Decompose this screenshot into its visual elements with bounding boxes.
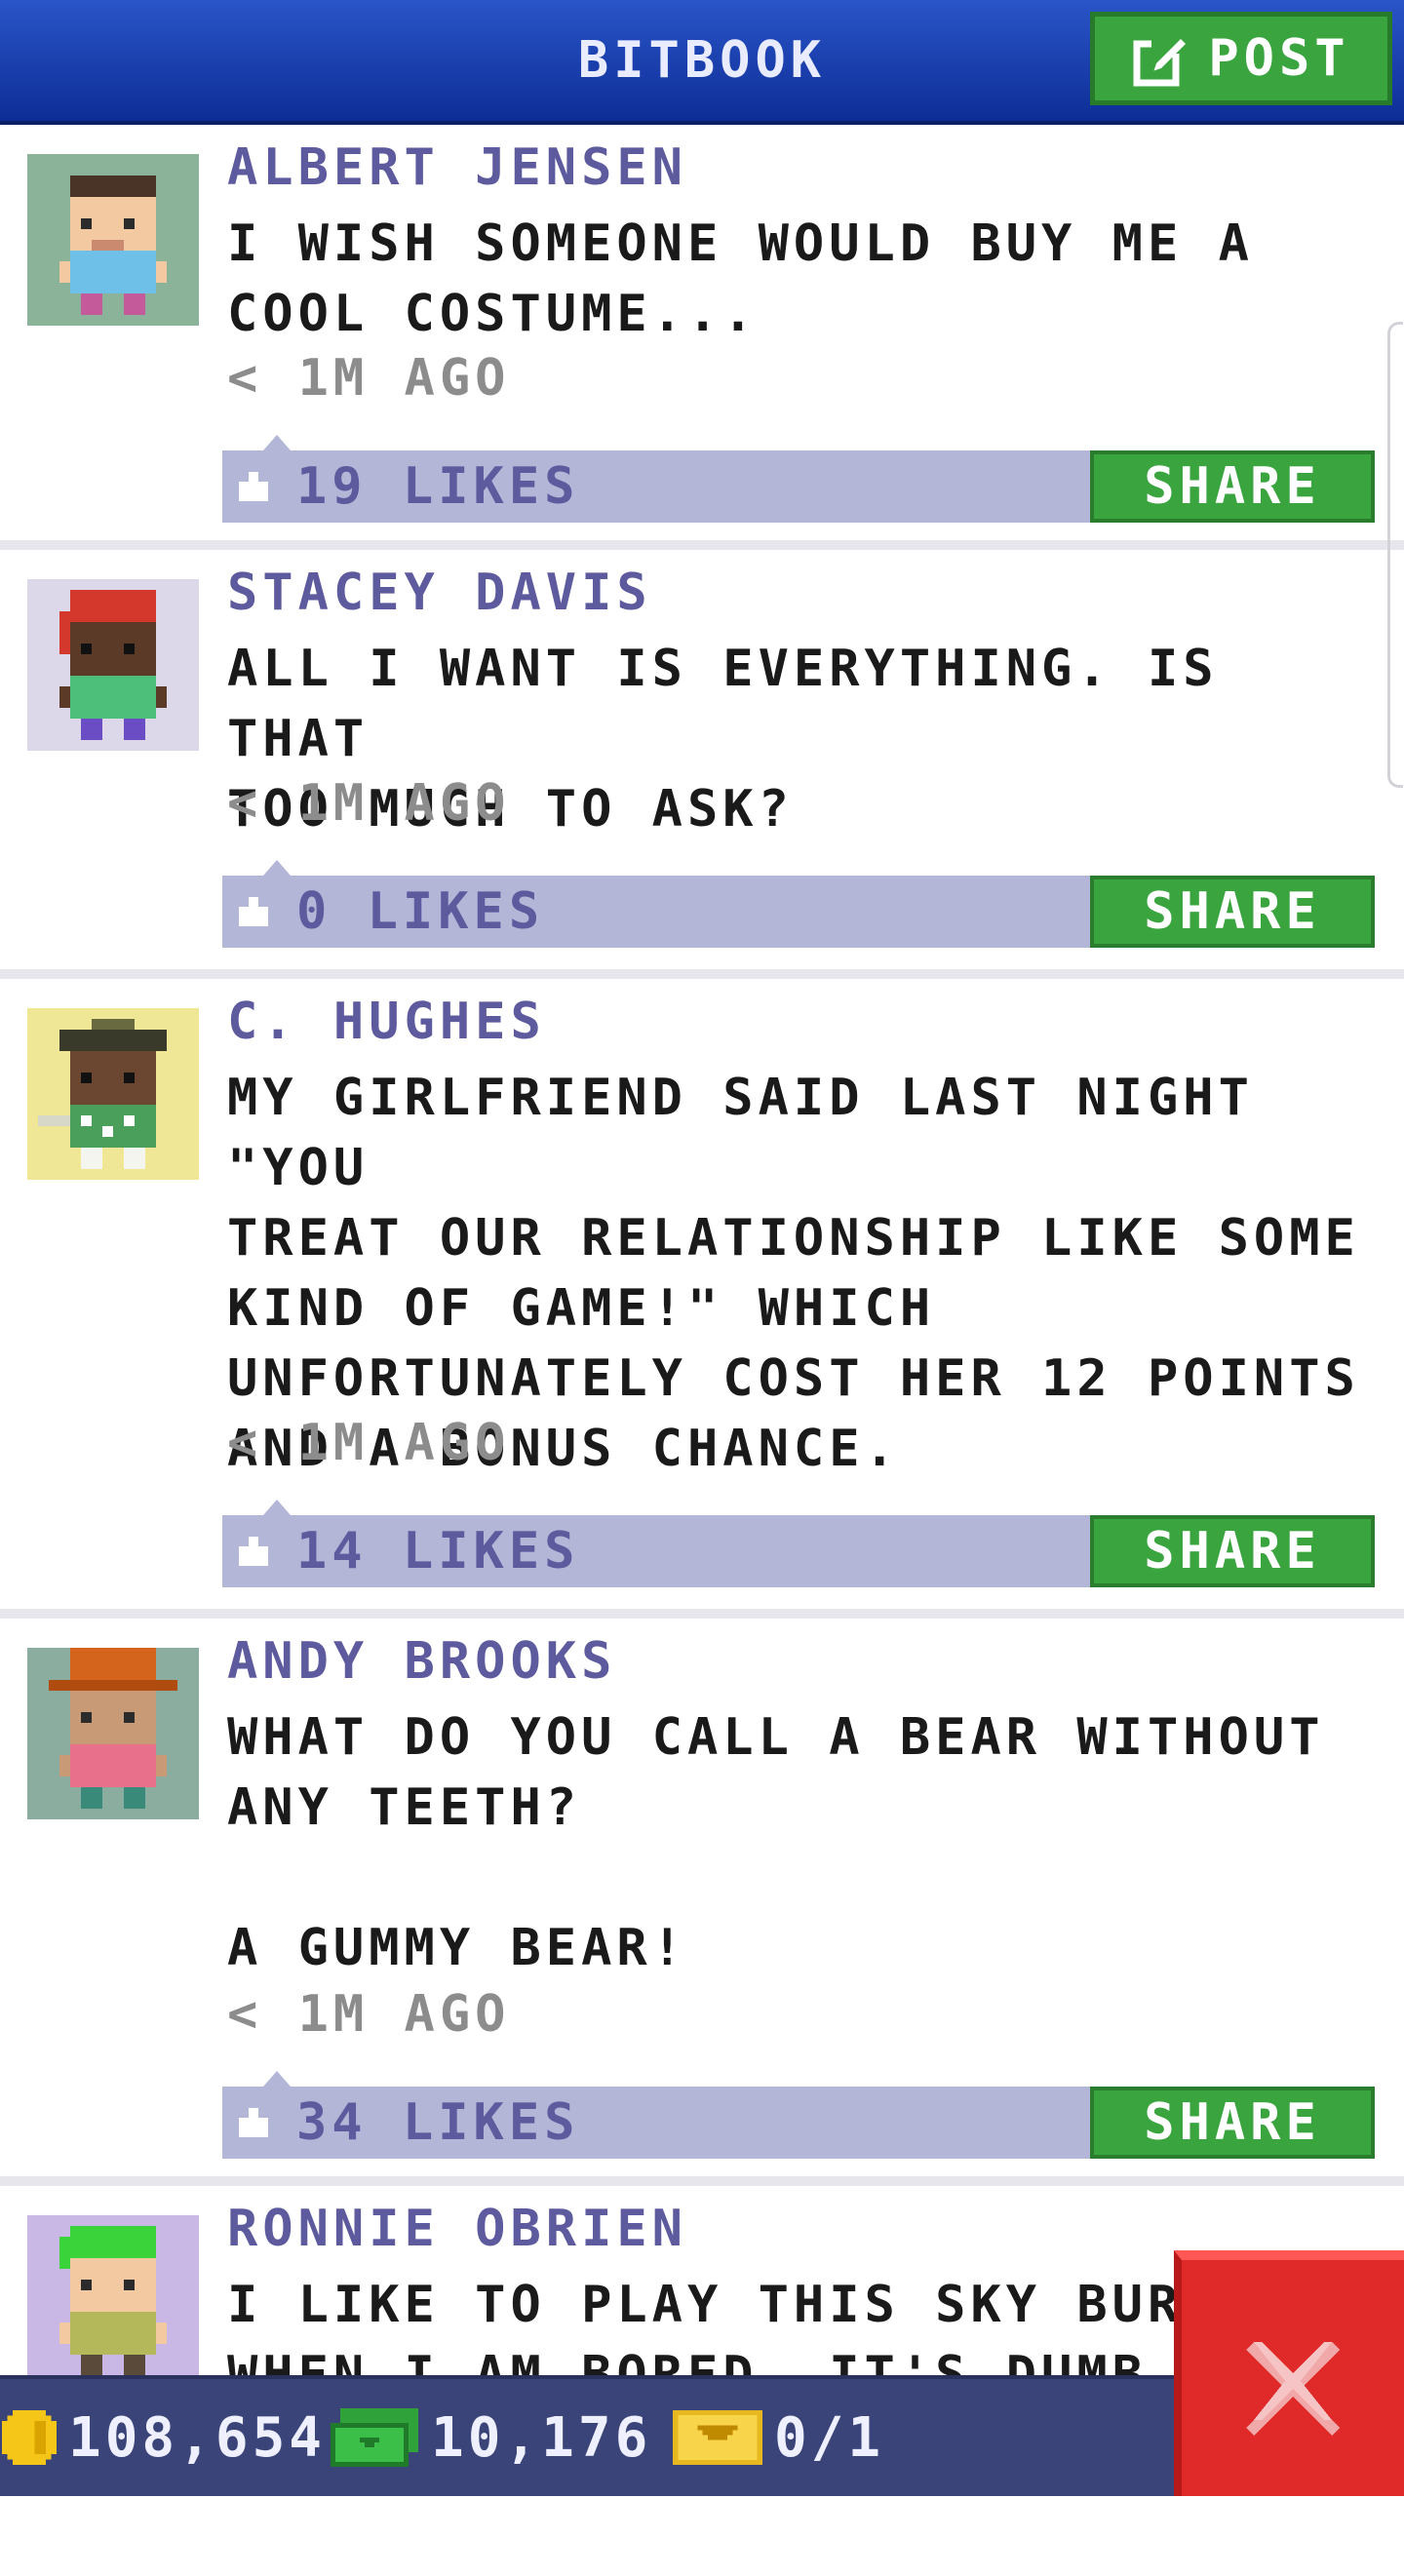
post-card: ALBERT JENSEN I WISH SOMEONE WOULD BUY M… bbox=[0, 125, 1404, 550]
coin-icon bbox=[2, 2410, 68, 2465]
avatar[interactable] bbox=[27, 1008, 199, 1180]
share-button[interactable]: SHARE bbox=[1090, 2087, 1375, 2159]
author-name[interactable]: C. HUGHES bbox=[227, 993, 546, 1051]
post-time: < 1M AGO bbox=[227, 774, 511, 833]
edit-icon bbox=[1132, 29, 1190, 88]
share-button[interactable]: SHARE bbox=[1090, 1515, 1375, 1587]
post-time: < 1M AGO bbox=[227, 349, 511, 408]
like-icon[interactable] bbox=[234, 1537, 273, 1570]
like-icon[interactable] bbox=[234, 2108, 273, 2141]
post-time: < 1M AGO bbox=[227, 1414, 511, 1472]
coins-count: 108,654 bbox=[68, 2405, 327, 2470]
like-icon[interactable] bbox=[234, 897, 273, 930]
close-icon bbox=[1246, 2342, 1340, 2439]
author-name[interactable]: ALBERT JENSEN bbox=[227, 138, 687, 197]
post-card: C. HUGHES MY GIRLFRIEND SAID LAST NIGHT … bbox=[0, 979, 1404, 1619]
likes-count: 34 LIKES bbox=[296, 2093, 580, 2152]
coins-stat[interactable]: 108,654 bbox=[2, 2379, 326, 2496]
post-button[interactable]: POST bbox=[1090, 12, 1392, 105]
close-button[interactable] bbox=[1174, 2250, 1404, 2496]
bux-count: 10,176 bbox=[431, 2405, 652, 2470]
avatar[interactable] bbox=[27, 2215, 199, 2387]
like-icon[interactable] bbox=[234, 472, 273, 505]
avatar[interactable] bbox=[27, 579, 199, 751]
top-bar: BITBOOK POST bbox=[0, 0, 1404, 125]
author-name[interactable]: ANDY BROOKS bbox=[227, 1632, 616, 1691]
likes-bar: 0 LIKES SHARE bbox=[222, 860, 1375, 948]
ticket-icon bbox=[673, 2410, 774, 2465]
likes-bar: 19 LIKES SHARE bbox=[222, 435, 1375, 523]
post-button-label: POST bbox=[1208, 29, 1350, 88]
post-time: < 1M AGO bbox=[227, 1985, 511, 2044]
share-button[interactable]: SHARE bbox=[1090, 450, 1375, 523]
scrollbar[interactable] bbox=[1387, 322, 1403, 788]
share-button[interactable]: SHARE bbox=[1090, 876, 1375, 948]
bux-stat[interactable]: 10,176 bbox=[330, 2379, 651, 2496]
author-name[interactable]: RONNIE OBRIEN bbox=[227, 2200, 687, 2258]
tickets-stat[interactable]: 0/1 bbox=[673, 2379, 884, 2496]
tickets-count: 0/1 bbox=[774, 2405, 885, 2470]
likes-bar: 34 LIKES SHARE bbox=[222, 2071, 1375, 2159]
bux-icon bbox=[330, 2408, 431, 2467]
likes-count: 0 LIKES bbox=[296, 882, 545, 941]
likes-count: 19 LIKES bbox=[296, 457, 580, 516]
post-message: I WISH SOMEONE WOULD BUY ME A COOL COSTU… bbox=[227, 215, 1254, 343]
author-name[interactable]: STACEY DAVIS bbox=[227, 564, 652, 622]
post-card: ANDY BROOKS WHAT DO YOU CALL A BEAR WITH… bbox=[0, 1619, 1404, 2186]
post-card: STACEY DAVIS ALL I WANT IS EVERYTHING. I… bbox=[0, 550, 1404, 979]
post-message: WHAT DO YOU CALL A BEAR WITHOUT ANY TEET… bbox=[227, 1708, 1325, 1977]
likes-count: 14 LIKES bbox=[296, 1522, 580, 1581]
feed[interactable]: ALBERT JENSEN I WISH SOMEONE WOULD BUY M… bbox=[0, 125, 1404, 2576]
avatar[interactable] bbox=[27, 1648, 199, 1819]
likes-bar: 14 LIKES SHARE bbox=[222, 1500, 1375, 1587]
avatar[interactable] bbox=[27, 154, 199, 326]
